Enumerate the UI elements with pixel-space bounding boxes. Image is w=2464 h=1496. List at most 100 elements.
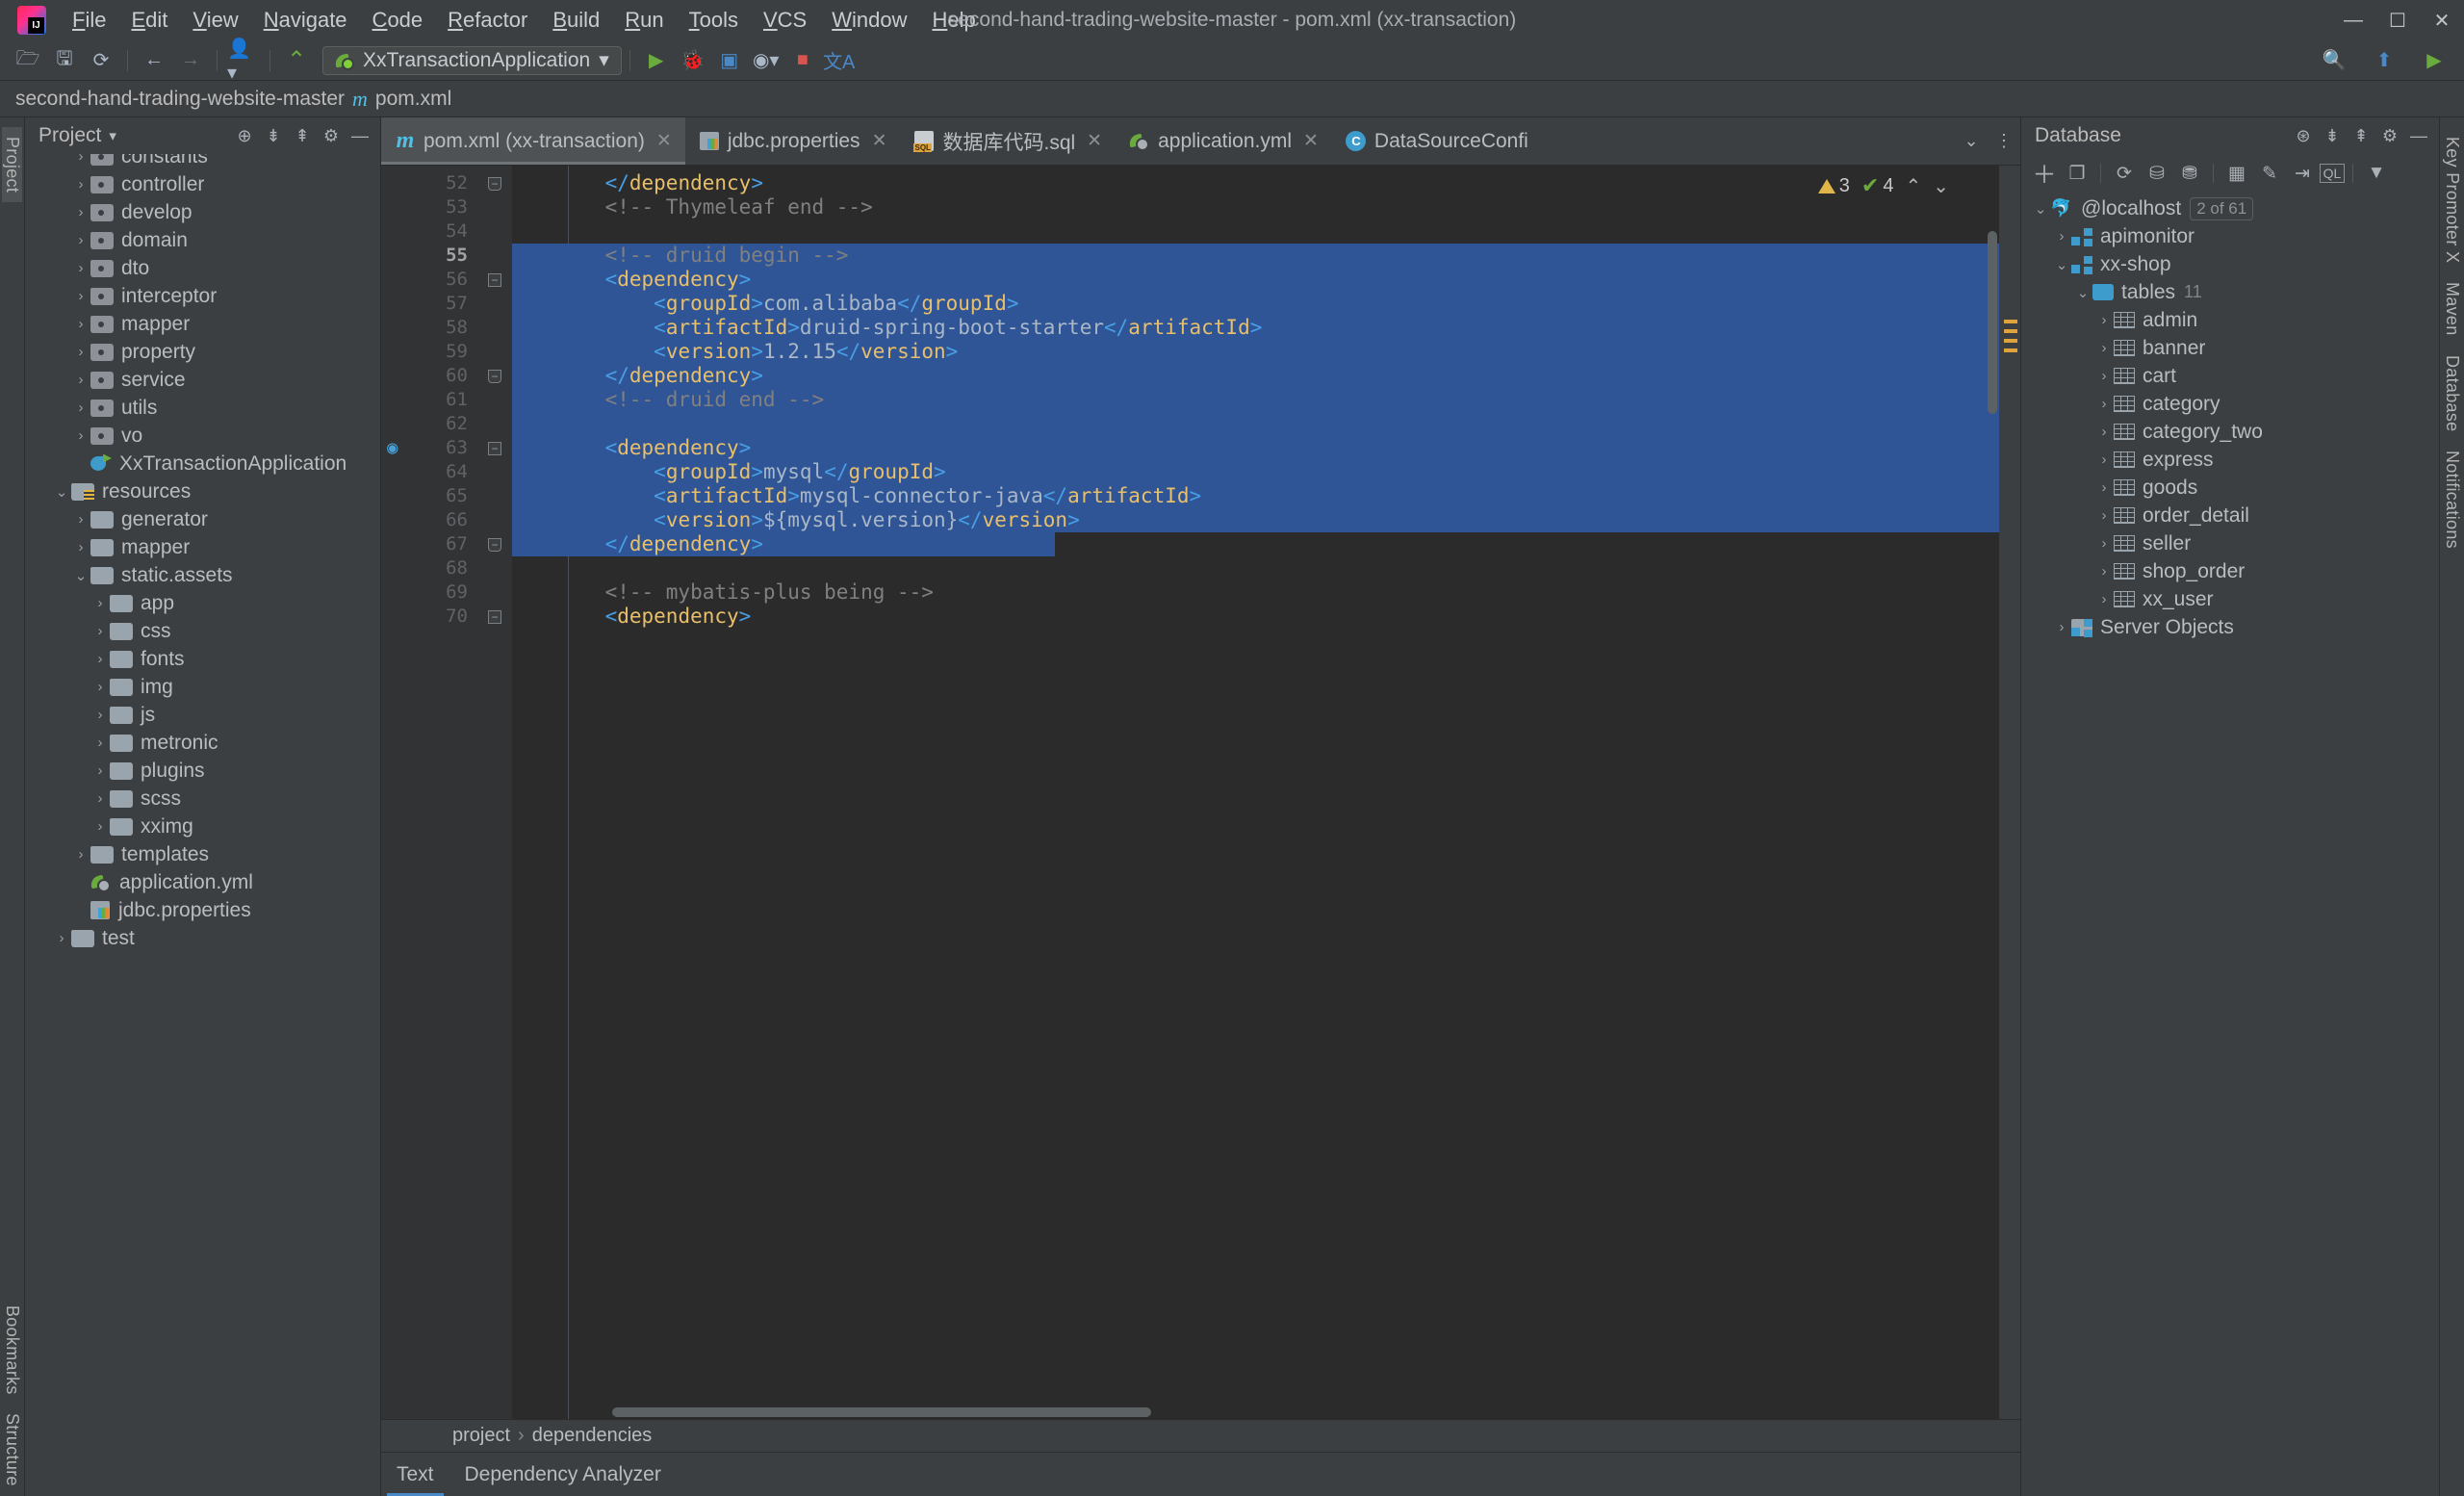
strip-item-structure[interactable]: Structure xyxy=(2,1404,22,1496)
code-line[interactable]: <groupId>com.alibaba</groupId> xyxy=(512,292,2020,316)
code-line[interactable] xyxy=(512,556,2020,580)
fold-marker[interactable] xyxy=(477,580,512,605)
tree-expander-icon[interactable]: › xyxy=(2094,479,2114,496)
tree-expander-icon[interactable]: › xyxy=(71,316,90,332)
code-line[interactable]: <dependency> xyxy=(512,605,2020,629)
database-tree-item[interactable]: › apimonitor xyxy=(2021,222,2439,250)
collapse-all-icon[interactable]: ⇞ xyxy=(288,122,317,149)
project-tree-item[interactable]: › generator xyxy=(25,505,380,533)
breadcrumb-project[interactable]: second-hand-trading-website-master xyxy=(15,88,345,111)
expand-all-icon[interactable]: ⇟ xyxy=(259,122,288,149)
tree-expander-icon[interactable]: › xyxy=(71,176,90,193)
update-icon[interactable]: ⬆ xyxy=(2368,46,2400,75)
fold-marker[interactable] xyxy=(477,388,512,412)
code-line[interactable]: <!-- druid begin --> xyxy=(512,244,2020,268)
tree-expander-icon[interactable]: › xyxy=(71,232,90,248)
tree-expander-icon[interactable]: › xyxy=(90,679,110,695)
tree-expander-icon[interactable]: › xyxy=(90,735,110,751)
menu-item-help[interactable]: Help xyxy=(919,4,988,37)
open-folder-icon[interactable]: 🗁 xyxy=(12,46,44,75)
database-tree-item[interactable]: › order_detail xyxy=(2021,502,2439,529)
table-icon[interactable]: ▦ xyxy=(2221,159,2252,188)
collapse-icon[interactable]: ⇞ xyxy=(2347,122,2375,149)
fold-marker[interactable] xyxy=(477,316,512,340)
chevron-down-icon[interactable]: ▾ xyxy=(109,127,116,144)
tree-expander-icon[interactable]: › xyxy=(90,707,110,723)
more-options-icon[interactable]: ⋮ xyxy=(1988,117,2020,165)
close-tab-icon[interactable]: ✕ xyxy=(656,130,672,152)
tree-expander-icon[interactable]: › xyxy=(2052,228,2071,245)
tree-expander-icon[interactable]: › xyxy=(2094,535,2114,552)
database-tree-item[interactable]: › banner xyxy=(2021,334,2439,362)
project-tree-item[interactable]: ›application.yml xyxy=(25,868,380,896)
fold-marker[interactable]: − xyxy=(477,171,512,195)
project-tree-item[interactable]: › constants xyxy=(25,154,380,170)
tree-expander-icon[interactable]: › xyxy=(2094,507,2114,524)
menu-item-build[interactable]: Build xyxy=(540,4,612,37)
tree-expander-icon[interactable]: › xyxy=(71,539,90,555)
add-icon[interactable]: ＋ xyxy=(2029,159,2060,189)
tree-expander-icon[interactable]: › xyxy=(2094,451,2114,468)
strip-item-key-promoter[interactable]: Key Promoter X xyxy=(2442,127,2462,272)
warning-count[interactable]: 3 xyxy=(1817,175,1850,197)
project-tree-item[interactable]: › js xyxy=(25,701,380,729)
menu-item-edit[interactable]: Edit xyxy=(118,4,180,37)
fold-marker[interactable] xyxy=(477,460,512,484)
sync-icon[interactable]: ⟳ xyxy=(85,46,117,75)
run-icon[interactable]: ▶ xyxy=(2418,46,2451,75)
inspection-widget[interactable]: 3 ✔ 4 ⌃ ⌄ xyxy=(1817,173,1949,198)
run-query-icon[interactable]: ⛁ xyxy=(2142,159,2172,188)
strip-item-project[interactable]: Project xyxy=(2,127,22,203)
project-tree-item[interactable]: › scss xyxy=(25,785,380,812)
refresh-icon[interactable]: ⟳ xyxy=(2109,159,2140,188)
tree-expander-icon[interactable]: › xyxy=(71,344,90,360)
database-tree[interactable]: ⌄ 🐬 @localhost 2 of 61 › apimonitor ⌄ xx-shop ⌄ t… xyxy=(2021,193,2439,641)
tab-dependency-analyzer[interactable]: Dependency Analyzer xyxy=(449,1453,677,1496)
ql-icon[interactable]: QL xyxy=(2320,164,2345,183)
project-tree-item[interactable]: › utils xyxy=(25,394,380,422)
tree-expander-icon[interactable]: › xyxy=(90,818,110,835)
fold-marker[interactable] xyxy=(477,484,512,508)
project-tree-item[interactable]: › property xyxy=(25,338,380,366)
gear-icon[interactable]: ⚙ xyxy=(2375,122,2404,149)
profile-run-icon[interactable]: ◉▾ xyxy=(750,46,783,75)
editor-vertical-scrollbar[interactable] xyxy=(1988,231,1997,414)
database-tree-item[interactable]: › Server Objects xyxy=(2021,613,2439,641)
tree-expander-icon[interactable]: › xyxy=(71,511,90,528)
tree-expander-icon[interactable]: › xyxy=(90,762,110,779)
database-tree-item[interactable]: › category xyxy=(2021,390,2439,418)
crumb-dependencies[interactable]: dependencies xyxy=(532,1425,653,1447)
tree-expander-icon[interactable]: › xyxy=(2094,563,2114,580)
tree-expander-icon[interactable]: › xyxy=(90,623,110,639)
tree-expander-icon[interactable]: › xyxy=(71,154,90,165)
tree-expander-icon[interactable]: › xyxy=(2094,396,2114,412)
fold-marker[interactable] xyxy=(477,412,512,436)
code-line[interactable]: <version>${mysql.version}</version> xyxy=(512,508,2020,532)
database-tree-item[interactable]: ⌄ 🐬 @localhost 2 of 61 xyxy=(2021,194,2439,222)
menu-item-file[interactable]: File xyxy=(60,4,118,37)
fold-marker[interactable] xyxy=(477,340,512,364)
project-tree-item[interactable]: › test xyxy=(25,924,380,952)
coverage-icon[interactable]: ▣ xyxy=(713,46,746,75)
expand-icon[interactable]: ⇟ xyxy=(2318,122,2347,149)
filter-icon[interactable]: ▼ xyxy=(2361,159,2392,188)
project-tree-item[interactable]: ›jdbc.properties xyxy=(25,896,380,924)
tree-expander-icon[interactable]: › xyxy=(2094,368,2114,384)
database-tree-item[interactable]: › cart xyxy=(2021,362,2439,390)
code-line[interactable]: <dependency> xyxy=(512,436,2020,460)
code-line[interactable]: <artifactId>mysql-connector-java</artifa… xyxy=(512,484,2020,508)
fold-marker[interactable] xyxy=(477,244,512,268)
fold-marker[interactable] xyxy=(477,195,512,219)
code-line[interactable] xyxy=(512,412,2020,436)
maximize-button[interactable]: ☐ xyxy=(2375,0,2420,40)
editor-horizontal-scrollbar[interactable] xyxy=(612,1407,1151,1417)
editor-tab-jdbc-properties[interactable]: jdbc.properties ✕ xyxy=(685,117,901,165)
database-tree-item[interactable]: › seller xyxy=(2021,529,2439,557)
database-tree-item[interactable]: ⌄ xx-shop xyxy=(2021,250,2439,278)
prev-problem-icon[interactable]: ⌃ xyxy=(1905,174,1921,198)
tree-expander-icon[interactable]: › xyxy=(2094,591,2114,607)
project-tree-item[interactable]: › metronic xyxy=(25,729,380,757)
tree-expander-icon[interactable]: › xyxy=(71,400,90,416)
project-tree-item[interactable]: › vo xyxy=(25,422,380,450)
menu-item-tools[interactable]: Tools xyxy=(677,4,751,37)
